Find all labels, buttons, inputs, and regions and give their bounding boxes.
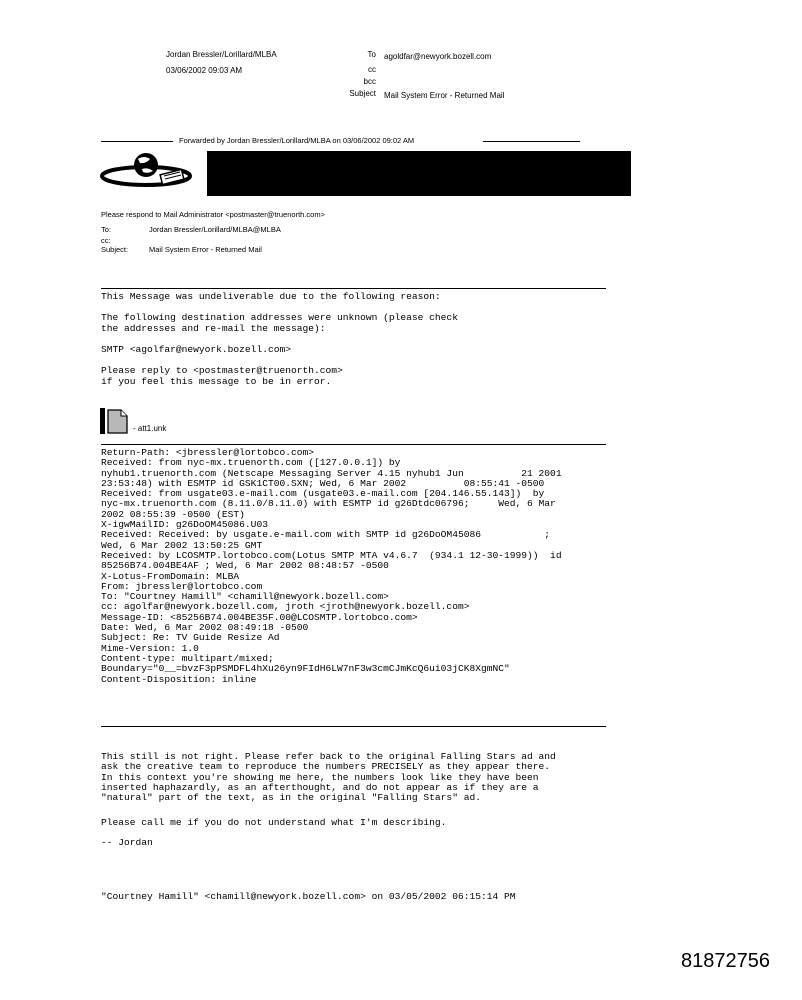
message-paragraph: This still is not right. Please refer ba… — [101, 751, 556, 804]
sent-date: 03/06/2002 09:03 AM — [166, 66, 243, 75]
sender-name: Jordan Bressler/Lorillard/MLBA — [166, 50, 277, 59]
admin-to-value: Jordan Bressler/Lorillard/MLBA@MLBA — [149, 225, 281, 234]
document-number: 81872756 — [681, 950, 770, 972]
unknown-addresses-paragraph: The following destination addresses were… — [101, 312, 458, 334]
raw-headers: Return-Path: <jbressler@lortobco.com> Re… — [101, 447, 562, 685]
reply-paragraph: Please reply to <postmaster@truenorth.co… — [101, 365, 343, 387]
section-rule — [101, 444, 606, 445]
redaction-block — [207, 151, 631, 196]
section-rule — [101, 288, 606, 289]
section-rule — [101, 726, 606, 727]
smtp-address-line: SMTP <agolfar@newyork.bozell.com> — [101, 344, 291, 355]
call-me-line: Please call me if you do not understand … — [101, 817, 447, 828]
forwarded-line: Forwarded by Jordan Bressler/Lorillard/M… — [179, 136, 415, 145]
bcc-label: bcc — [363, 77, 376, 86]
attachment-label[interactable]: - att1.unk — [133, 424, 166, 433]
quoted-sender-line: "Courtney Hamill" <chamill@newyork.bozel… — [101, 891, 516, 902]
cc-label: cc — [368, 65, 376, 74]
subject-value: Mail System Error - Returned Mail — [384, 91, 505, 100]
subject-label: Subject — [349, 89, 376, 98]
globe-plug-logo-icon — [98, 150, 202, 194]
document-attachment-icon[interactable] — [100, 408, 130, 434]
undeliverable-line: This Message was undeliverable due to th… — [101, 291, 441, 302]
admin-to-label: To: — [101, 225, 112, 234]
forward-rule-left — [101, 141, 173, 142]
admin-subject-label: Subject: — [101, 245, 129, 254]
forward-rule-right — [483, 141, 580, 142]
to-label: To — [367, 50, 376, 59]
admin-cc-label: cc: — [101, 236, 111, 245]
to-value: agoldfar@newyork.bozell.com — [384, 52, 492, 61]
admin-subject-value: Mail System Error - Returned Mail — [149, 245, 262, 254]
signoff: -- Jordan — [101, 837, 153, 848]
respond-line: Please respond to Mail Administrator <po… — [101, 210, 325, 219]
